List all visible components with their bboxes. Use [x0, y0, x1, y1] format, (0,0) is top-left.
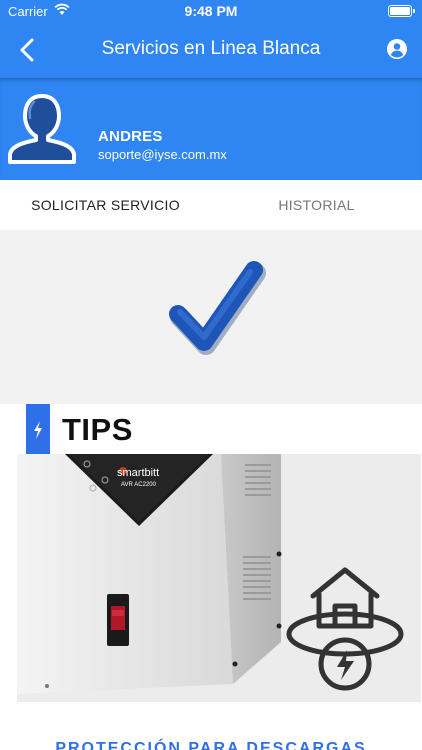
page-title: Servicios en Linea Blanca [101, 38, 321, 59]
battery-icon [388, 5, 415, 17]
tips-bolt-icon [26, 404, 50, 454]
tab-solicitar-servicio[interactable]: SOLICITAR SERVICIO [0, 180, 211, 230]
status-bar: Carrier 9:48 PM [0, 0, 422, 24]
tab-bar: SOLICITAR SERVICIO HISTORIAL [0, 180, 422, 230]
model-label: AVR AC2200 [121, 482, 157, 488]
tab-historial[interactable]: HISTORIAL [211, 180, 422, 230]
nav-bar: Servicios en Linea Blanca [0, 24, 422, 78]
user-name: ANDRES [98, 128, 163, 145]
avatar-icon [8, 94, 76, 164]
top-bar: Carrier 9:48 PM Servicios en Linea Blanc… [0, 0, 422, 78]
tip-caption: PROTECCIÓN PARA DESCARGAS ELÉCTRICAS [55, 740, 367, 750]
profile-header: ANDRES soporte@iyse.com.mx [0, 78, 422, 180]
tip-banner[interactable]: smartbitt AVR AC2200 [17, 454, 421, 702]
tips-header: TIPS [0, 404, 422, 454]
account-icon[interactable] [386, 38, 408, 60]
clock: 9:48 PM [184, 3, 238, 19]
brand-label: smartbitt [117, 467, 159, 479]
checkmark-icon [169, 261, 266, 355]
success-panel [0, 230, 422, 404]
voltage-regulator-illustration: smartbitt AVR AC2200 [17, 454, 421, 702]
user-email: soporte@iyse.com.mx [98, 147, 227, 162]
tips-title: TIPS [62, 412, 133, 447]
